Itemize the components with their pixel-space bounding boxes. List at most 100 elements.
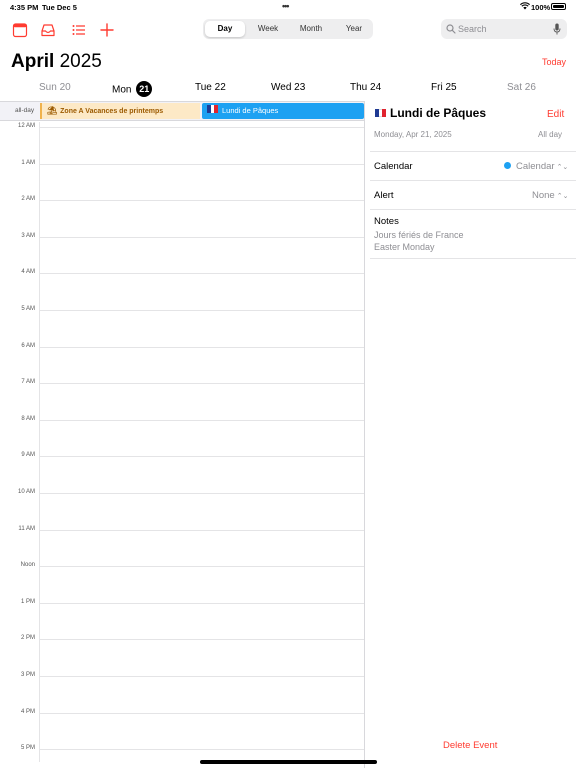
hour-label: 4 PM [20, 708, 35, 715]
calendar-label: Calendar [374, 161, 413, 172]
hour-gridline [40, 456, 364, 458]
add-icon[interactable] [99, 22, 115, 38]
hour-label: 5 AM [21, 306, 35, 312]
battery-percent: 100% [531, 3, 551, 12]
calendar-value: Calendar [516, 161, 555, 172]
day-sat-26[interactable]: Sat 26 [507, 82, 536, 93]
alert-value: None [532, 190, 555, 201]
hour-gridline [40, 749, 364, 751]
hour-label: 8 AM [21, 415, 35, 422]
hour-label: Noon [20, 562, 35, 569]
view-mode-week[interactable]: Week [248, 21, 288, 37]
hour-gridline [40, 493, 364, 494]
separator [370, 180, 576, 181]
hour-gridline [40, 383, 364, 385]
hour-label: 9 AM [21, 452, 35, 459]
umbrella-icon: ⛱ [47, 106, 58, 115]
hour-gridline [40, 676, 364, 677]
status-bar: 4:35 PM Tue Dec 5 ••• 100% [0, 0, 576, 14]
day-thu-24[interactable]: Thu 24 [350, 82, 381, 93]
event-detail-title-text: Lundi de Pâques [390, 106, 487, 120]
hour-gridline [40, 712, 364, 714]
hour-gridline [40, 529, 364, 531]
chevron-updown-icon: ⌃⌄ [556, 193, 569, 200]
status-time: 4:35 PM [10, 3, 39, 12]
event-all-day: All day [538, 130, 563, 139]
view-mode-month[interactable]: Month [291, 21, 331, 37]
hour-gridline [40, 602, 364, 604]
day-sun-20[interactable]: Sun 20 [39, 82, 71, 93]
day-time-grid[interactable]: 12 AM 1 AM 2 AM 3 AM 4 AM 5 AM 6 AM 7 AM 8 AM 9 A… [0, 122, 365, 762]
hour-label: 1 PM [20, 598, 35, 605]
hour-label: 10 AM [17, 489, 35, 495]
inbox-icon[interactable] [40, 22, 56, 38]
multitasking-dots-icon[interactable]: ••• [282, 1, 290, 11]
day-wed-23[interactable]: Wed 23 [271, 82, 305, 93]
month-label: April [11, 51, 55, 72]
event-detail-title: Lundi de Pâques [375, 106, 486, 120]
hour-gridline [40, 566, 364, 568]
notes-line: Jours fériés de France [374, 230, 464, 240]
event-date: Monday, Apr 21, 2025 [374, 130, 452, 139]
hour-gridline [40, 310, 364, 311]
hour-gridline [40, 163, 364, 165]
day-tue-22[interactable]: Tue 22 [195, 82, 226, 93]
hour-gridline [40, 639, 364, 641]
hour-gridline [40, 273, 364, 275]
hour-label: 4 AM [21, 269, 35, 276]
today-date-badge: 21 [136, 81, 153, 97]
day-fri-25[interactable]: Fri 25 [431, 82, 457, 93]
hour-label: 5 PM [20, 745, 35, 752]
hour-gridline [40, 236, 364, 238]
view-mode-year[interactable]: Year [334, 21, 374, 37]
hour-label: 2 PM [20, 635, 35, 642]
day-mon-21[interactable]: Mon 21 [112, 81, 153, 98]
hour-gridline [40, 200, 364, 202]
search-icon [446, 24, 456, 34]
event-lundi-de-paques[interactable]: Lundi de Pâques [202, 103, 364, 119]
chevron-updown-icon: ⌃⌄ [556, 164, 569, 171]
search-field[interactable]: Search [441, 19, 567, 39]
all-day-row: all-day ⛱ Zone A Vacances de printemps Lu… [0, 101, 365, 121]
hour-label: 6 AM [21, 342, 35, 349]
hour-label: 7 AM [21, 379, 35, 386]
week-strip: Sun 20 Mon 21 Tue 22 Wed 23 Thu 24 Fri 2… [0, 81, 576, 97]
hour-gridline [40, 419, 364, 421]
view-mode-day[interactable]: Day [205, 21, 245, 37]
notes-label: Notes [374, 216, 399, 227]
hour-label: 1 AM [21, 159, 35, 166]
france-flag-icon [207, 103, 218, 113]
event-title: Lundi de Pâques [222, 106, 279, 115]
microphone-icon[interactable] [553, 23, 561, 35]
hour-label: 3 AM [21, 232, 35, 239]
delete-event-button[interactable]: Delete Event [443, 740, 497, 751]
panel-divider [364, 101, 365, 768]
france-flag-icon [375, 106, 386, 117]
calendar-color-dot [504, 162, 511, 169]
event-zone-a-vacances[interactable]: ⛱ Zone A Vacances de printemps [40, 103, 200, 119]
calendars-icon[interactable] [12, 22, 28, 38]
battery-icon [551, 3, 566, 10]
alert-label: Alert [374, 190, 394, 201]
search-placeholder: Search [458, 24, 487, 34]
today-button[interactable]: Today [542, 57, 566, 67]
calendar-picker[interactable]: Calendar ⌃⌄ [504, 161, 568, 172]
notes-line: Easter Monday [374, 242, 435, 252]
hour-label: 11 AM [18, 525, 35, 532]
wifi-icon [520, 2, 530, 10]
status-date: Tue Dec 5 [42, 3, 77, 12]
hour-gridline [40, 127, 364, 128]
separator [370, 151, 576, 152]
alert-picker[interactable]: None ⌃⌄ [532, 190, 568, 201]
month-year-title: April 2025 [11, 51, 102, 73]
list-icon[interactable] [71, 22, 87, 38]
grid-divider [39, 122, 40, 762]
view-mode-segmented-control: Day Week Month Year [203, 19, 373, 39]
day-mon-label: Mon [112, 84, 132, 96]
home-indicator [200, 760, 377, 764]
hour-label: 2 AM [21, 196, 35, 203]
separator [370, 258, 576, 259]
edit-button[interactable]: Edit [547, 109, 564, 120]
year-label: 2025 [59, 51, 102, 72]
separator [370, 209, 576, 210]
